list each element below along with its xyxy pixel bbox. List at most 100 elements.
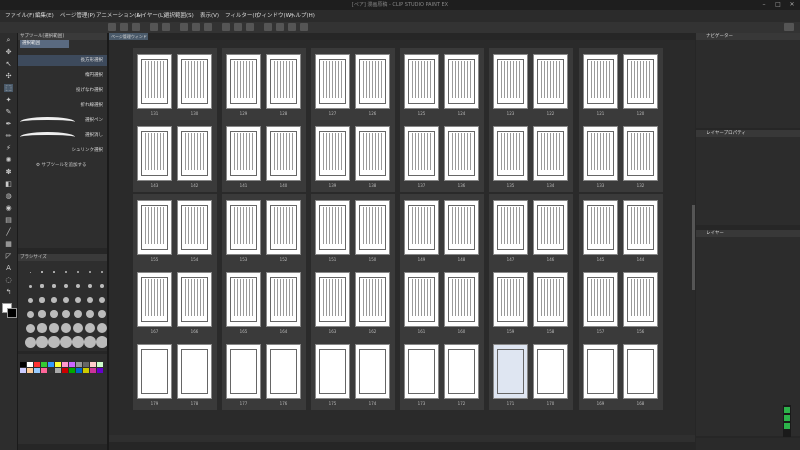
eyedropper-tool-icon[interactable]: ✎	[4, 108, 13, 116]
page-spread[interactable]: 141 140	[222, 120, 306, 192]
brush-size-option[interactable]	[29, 271, 31, 273]
brush-size-option[interactable]	[84, 336, 96, 348]
color-swatch[interactable]	[69, 362, 75, 367]
brush-size-option[interactable]	[41, 271, 43, 273]
page-spread[interactable]: 149 148	[400, 194, 484, 266]
pen-tool-icon[interactable]: ✒	[4, 120, 13, 128]
eraser-tool-icon[interactable]: ◧	[4, 180, 13, 188]
color-swatch[interactable]	[97, 368, 103, 373]
brush-size-option[interactable]	[37, 323, 47, 333]
subtool-erase-selection[interactable]: 選択消し	[18, 130, 107, 141]
color-swatch[interactable]	[34, 368, 40, 373]
page-spread[interactable]: 139 138	[311, 120, 395, 192]
ruler-tool-icon[interactable]: ◸	[4, 252, 13, 260]
subtool-selection-pen[interactable]: 選択ペン	[18, 115, 107, 126]
decoration-tool-icon[interactable]: ✽	[4, 168, 13, 176]
page-spread[interactable]: 163 162	[311, 266, 395, 338]
page-thumbnail[interactable]	[404, 54, 439, 109]
color-swatch[interactable]	[83, 362, 89, 367]
menu-window[interactable]: ウィンドウ(W)	[256, 10, 293, 22]
page-thumbnail[interactable]	[404, 344, 439, 399]
page-thumbnail[interactable]	[444, 54, 479, 109]
page-thumbnail[interactable]	[623, 126, 658, 181]
menu-page-management[interactable]: ページ管理(P)	[60, 10, 95, 22]
add-subtool-button[interactable]: ⚙ サブツールを追加する	[36, 162, 86, 168]
color-swatch[interactable]	[90, 368, 96, 373]
text-tool-icon[interactable]: A	[4, 264, 13, 272]
brush-size-option[interactable]	[72, 322, 84, 334]
page-spread[interactable]: 169 168	[579, 338, 663, 410]
brush-size-option[interactable]	[60, 336, 72, 348]
save-icon[interactable]	[132, 23, 140, 31]
brush-size-option[interactable]	[61, 323, 71, 333]
brush-size-option[interactable]	[98, 296, 106, 304]
brush-size-option[interactable]	[99, 283, 105, 289]
brush-size-option[interactable]	[65, 271, 67, 273]
page-spread[interactable]: 175 174	[311, 338, 395, 410]
page-thumbnail[interactable]	[226, 200, 261, 255]
page-thumbnail[interactable]	[444, 200, 479, 255]
brush-size-option[interactable]	[24, 336, 36, 348]
page-thumbnail[interactable]	[226, 54, 261, 109]
page-thumbnail[interactable]	[137, 126, 172, 181]
page-thumbnail[interactable]	[583, 126, 618, 181]
share-icon[interactable]	[300, 23, 308, 31]
page-thumbnail[interactable]	[533, 54, 568, 109]
page-spread[interactable]: 159 158	[489, 266, 573, 338]
brush-size-option[interactable]	[53, 271, 55, 273]
brush-size-option[interactable]	[52, 284, 56, 288]
page-spread[interactable]: 153 152	[222, 194, 306, 266]
page-thumbnail[interactable]	[226, 272, 261, 327]
color-swatch[interactable]	[20, 368, 26, 373]
page-thumbnail[interactable]	[177, 126, 212, 181]
page-thumbnail[interactable]	[226, 126, 261, 181]
page-spread[interactable]: 137 136	[400, 120, 484, 192]
brush-size-option[interactable]	[97, 309, 107, 319]
menu-selection[interactable]: 選択範囲(S)	[164, 10, 194, 22]
zoom-tool-icon[interactable]: ⌕	[4, 36, 13, 44]
brush-size-option[interactable]	[36, 336, 48, 348]
blend-tool-icon[interactable]: ◍	[4, 192, 13, 200]
subtool-lasso[interactable]: 投げなわ選択	[18, 85, 107, 96]
gradient-tool-icon[interactable]: ▤	[4, 216, 13, 224]
color-swatch[interactable]	[83, 368, 89, 373]
brush-size-option[interactable]	[87, 283, 93, 289]
color-swatch[interactable]	[34, 362, 40, 367]
subtool-ellipse[interactable]: 楕円選択	[18, 70, 107, 81]
page-thumbnail[interactable]	[266, 200, 301, 255]
page-thumbnail[interactable]	[137, 272, 172, 327]
page-thumbnail[interactable]	[444, 344, 479, 399]
brush-size-option[interactable]	[25, 323, 35, 333]
new-icon[interactable]	[108, 23, 116, 31]
page-thumbnail[interactable]	[355, 344, 390, 399]
subtool-polyline[interactable]: 折れ線選択	[18, 100, 107, 111]
airbrush-tool-icon[interactable]: ✺	[4, 156, 13, 164]
brush-size-option[interactable]	[40, 284, 44, 288]
brush-size-option[interactable]	[62, 310, 70, 318]
page-spread[interactable]: 125 124	[400, 48, 484, 120]
page-thumbnail[interactable]	[583, 272, 618, 327]
page-thumbnail[interactable]	[355, 272, 390, 327]
document-tab[interactable]: ページ管理ウィンドウ	[109, 33, 148, 46]
transform-icon[interactable]	[222, 23, 230, 31]
figure-tool-icon[interactable]: ╱	[4, 228, 13, 236]
page-spread[interactable]: 151 150	[311, 194, 395, 266]
operation-tool-icon[interactable]: ↖	[4, 60, 13, 68]
page-spread[interactable]: 129 128	[222, 48, 306, 120]
brush-size-option[interactable]	[49, 323, 59, 333]
snap-special-icon[interactable]	[288, 23, 296, 31]
brush-tool-icon[interactable]: ⚡	[4, 144, 13, 152]
page-thumbnail[interactable]	[355, 54, 390, 109]
page-spread[interactable]: 147 146	[489, 194, 573, 266]
page-thumbnail[interactable]	[315, 344, 350, 399]
frame-tool-icon[interactable]: ▦	[4, 240, 13, 248]
balloon-tool-icon[interactable]: ◌	[4, 276, 13, 284]
auto-select-tool-icon[interactable]: ✦	[4, 96, 13, 104]
selection-tool-icon[interactable]: ⬚	[4, 84, 13, 92]
page-spread[interactable]: 135 134	[489, 120, 573, 192]
color-swatch[interactable]	[41, 362, 47, 367]
page-thumbnail[interactable]	[177, 54, 212, 109]
snap-grid-icon[interactable]	[276, 23, 284, 31]
page-spread[interactable]: 121 120	[579, 48, 663, 120]
menu-view[interactable]: 表示(V)	[200, 10, 219, 22]
